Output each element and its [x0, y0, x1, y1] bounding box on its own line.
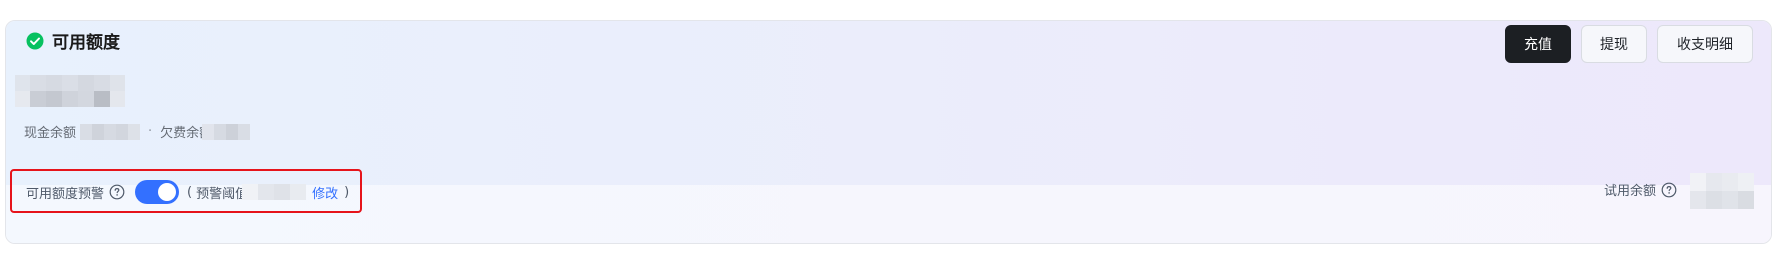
available-amount-redacted — [15, 75, 125, 107]
check-circle-icon — [26, 32, 44, 49]
arrears-balance-value-redacted — [202, 123, 251, 140]
balance-row: 现金余额 · 欠费余额 — [24, 122, 251, 141]
recharge-button[interactable]: 充值 — [1505, 25, 1571, 63]
alert-threshold-label: 预警阈值 — [196, 186, 249, 202]
trial-balance-label: 试用余额 — [1603, 184, 1656, 199]
toggle-knob — [158, 183, 177, 201]
card-actions: 充值 提现 收支明细 — [1505, 25, 1753, 63]
quota-alert-label: 可用额度预警 — [26, 186, 105, 202]
trial-balance-value-redacted — [1690, 173, 1754, 209]
quota-alert-row: 可用额度预警 ( 预警阈值 修改 ) — [26, 180, 349, 204]
transaction-details-button[interactable]: 收支明细 — [1657, 25, 1753, 63]
cash-balance-label: 现金余额 — [24, 126, 77, 141]
cash-balance-value-redacted — [80, 123, 141, 140]
close-paren: ) — [344, 184, 350, 200]
card-title: 可用额度 — [52, 33, 120, 53]
trial-balance-row: 试用余额 — [1604, 180, 1677, 199]
quota-alert-toggle[interactable] — [135, 180, 180, 204]
card-title-row: 可用额度 — [26, 28, 120, 53]
help-icon[interactable] — [1661, 182, 1677, 198]
open-paren: ( — [187, 184, 193, 200]
alert-threshold-value-redacted — [242, 184, 307, 200]
withdraw-button[interactable]: 提现 — [1581, 25, 1647, 63]
edit-threshold-link[interactable]: 修改 — [312, 183, 338, 202]
balance-separator: · — [148, 124, 153, 139]
help-icon[interactable] — [109, 184, 125, 200]
